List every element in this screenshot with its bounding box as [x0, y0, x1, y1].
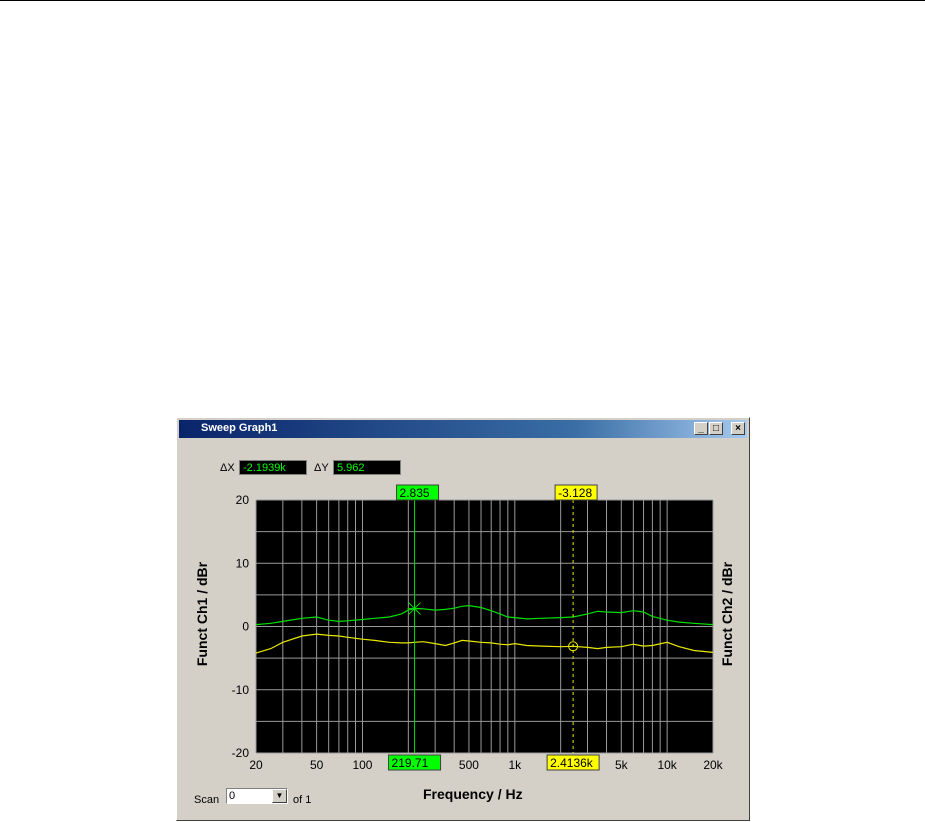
scan-select[interactable]: 0 ▼ — [226, 788, 288, 804]
x-tick-label: 20 — [249, 758, 263, 772]
scan-label: Scan — [194, 794, 220, 806]
x-tick-label: 50 — [310, 758, 324, 772]
x-tick-label: 100 — [352, 758, 372, 772]
y-tick-label: -20 — [232, 746, 250, 760]
sweep-graph-window: Sweep Graph1 _ □ × ΔX -2.1939k ΔY 5.962 … — [176, 417, 750, 821]
dropdown-arrow-icon[interactable]: ▼ — [272, 789, 287, 803]
x-tick-label: 500 — [459, 758, 479, 772]
x-tick-label: 10k — [657, 758, 677, 772]
y-tick-label: 20 — [236, 493, 250, 507]
sweep-plot[interactable]: 20 50 100 500 1k 5k 10k 20k20100-10-202.835 -3.1… — [177, 418, 751, 822]
x-tick-label: 5k — [615, 758, 629, 772]
cursor1-y-readout: 2.835 — [400, 486, 430, 500]
page-top-rule — [0, 0, 925, 1]
scan-value: 0 — [229, 790, 236, 802]
cursor1-x-readout: 219.71 — [392, 756, 429, 770]
scan-of-label: of 1 — [293, 794, 312, 806]
y-tick-label: -10 — [232, 683, 250, 697]
x-axis-label: Frequency / Hz — [423, 786, 523, 802]
x-tick-label: 20k — [703, 758, 723, 772]
cursor2-y-readout: -3.128 — [558, 486, 592, 500]
cursor-marker-2 — [572, 645, 575, 648]
y-tick-label: 0 — [242, 620, 249, 634]
cursor2-x-readout: 2.4136k — [550, 756, 594, 770]
x-tick-label: 1k — [508, 758, 522, 772]
y-tick-label: 10 — [236, 556, 250, 570]
